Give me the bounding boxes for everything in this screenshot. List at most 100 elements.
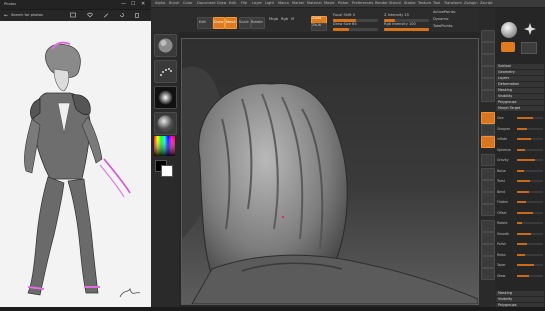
menu-zscript[interactable]: Zscript — [480, 1, 492, 6]
scroll-button[interactable] — [481, 54, 495, 66]
stroke-thumbnail[interactable] — [154, 60, 177, 83]
maximize-button[interactable]: ☐ — [131, 2, 135, 7]
xpose-button[interactable] — [481, 268, 495, 280]
solo-button[interactable] — [481, 256, 495, 268]
panel-slider-twist[interactable]: Twist — [497, 179, 543, 183]
menu-stroke[interactable]: Stroke — [404, 1, 415, 6]
bottom-visibility-section[interactable]: Visibility — [496, 297, 544, 302]
menu-edit[interactable]: Edit — [229, 1, 236, 6]
rgb-label[interactable]: Rgb — [281, 17, 288, 22]
panel-slider-smooth[interactable]: Smooth — [497, 232, 543, 236]
menu-macro[interactable]: Macro — [278, 1, 289, 6]
panel-slider-track[interactable] — [517, 169, 543, 172]
visibility-section[interactable]: Visibility — [496, 94, 544, 99]
panel-slider-track[interactable] — [517, 127, 543, 130]
panel-slider-track[interactable] — [517, 159, 543, 161]
panel-slider-spherize[interactable]: Spherize — [497, 148, 543, 152]
panel-slider-track[interactable] — [517, 222, 543, 224]
menu-draw[interactable]: Draw — [217, 1, 226, 6]
menu-file[interactable]: File — [241, 1, 247, 6]
zoom-button[interactable] — [481, 66, 495, 78]
document-canvas[interactable] — [181, 38, 479, 305]
menu-texture[interactable]: Texture — [418, 1, 431, 6]
secondary-color-swatch[interactable] — [161, 165, 173, 177]
menu-color[interactable]: Color — [183, 1, 192, 6]
mrgb-label[interactable]: Mrgb — [269, 17, 278, 22]
close-button[interactable]: ✕ — [141, 2, 145, 7]
color-picker[interactable] — [154, 136, 175, 156]
minimize-button[interactable]: — — [121, 2, 126, 7]
menu-light[interactable]: Light — [265, 1, 274, 6]
m-label[interactable]: M — [291, 17, 294, 22]
geometry-section[interactable]: Geometry — [496, 70, 544, 75]
ghost-button[interactable] — [481, 244, 495, 256]
star-tool-icon[interactable] — [523, 22, 537, 36]
menu-alpha[interactable]: Alpha — [155, 1, 165, 6]
menu-stencil[interactable]: Stencil — [389, 1, 401, 6]
menu-document[interactable]: Document — [197, 1, 216, 6]
panel-slider-polish[interactable]: Polish — [497, 242, 543, 246]
panel-slider-track[interactable] — [517, 211, 543, 214]
frame-button[interactable] — [481, 168, 495, 180]
panel-slider-gravity[interactable]: Gravity — [497, 158, 543, 162]
panel-slider-track[interactable] — [517, 253, 543, 256]
panel-slider-track[interactable] — [517, 138, 543, 140]
panel-slider-track[interactable] — [517, 180, 543, 182]
move-view-button[interactable] — [481, 180, 495, 192]
panel-slider-size[interactable]: Size — [497, 116, 543, 120]
tool-sphere-thumbnail[interactable] — [501, 22, 517, 38]
menu-material[interactable]: Material — [307, 1, 322, 6]
rotate-icon[interactable] — [119, 12, 125, 18]
polyf-button[interactable] — [481, 220, 495, 232]
panel-slider-track[interactable] — [517, 274, 543, 277]
delete-icon[interactable] — [134, 12, 140, 18]
menu-render[interactable]: Render — [375, 1, 388, 6]
alpha-thumbnail[interactable] — [154, 86, 177, 109]
rgb-intensity-slider[interactable] — [384, 28, 429, 31]
scale-view-button[interactable] — [481, 192, 495, 204]
panel-slider-taper[interactable]: Taper — [497, 263, 543, 267]
panel-slider-noise[interactable]: Noise — [497, 169, 543, 173]
actual-button[interactable] — [481, 78, 495, 90]
dynamic-label[interactable]: Dynamic — [433, 17, 449, 22]
deformation-section[interactable]: Deformation — [496, 82, 544, 87]
persp-button[interactable] — [481, 112, 495, 124]
brush-thumbnail[interactable] — [154, 34, 177, 57]
panel-slider-skew[interactable]: Skew — [497, 274, 543, 278]
local-button[interactable] — [481, 136, 495, 148]
aahalf-button[interactable] — [481, 90, 495, 102]
panel-slider-track[interactable] — [517, 190, 543, 193]
back-arrow-icon[interactable]: ← — [4, 13, 8, 19]
spix-button[interactable] — [481, 42, 495, 54]
panel-slider-flatten[interactable]: Flatten — [497, 200, 543, 204]
menu-movie[interactable]: Movie — [324, 1, 335, 6]
draw-size-slider[interactable] — [333, 28, 378, 31]
transp-button[interactable] — [481, 232, 495, 244]
panel-slider-rotate[interactable]: Rotate — [497, 221, 543, 225]
subtool-section[interactable]: Subtool — [496, 64, 544, 69]
layers-section[interactable]: Layers — [496, 76, 544, 81]
bottom-masking-section[interactable]: Masking — [496, 291, 544, 296]
panel-slider-track[interactable] — [517, 264, 543, 266]
morph-target-section[interactable]: Morph Target — [496, 106, 544, 111]
menu-tool[interactable]: Tool — [433, 1, 440, 6]
panel-slider-sharpen[interactable]: Sharpen — [497, 127, 543, 131]
zbrush-viewport[interactable] — [179, 32, 479, 307]
panel-slider-track[interactable] — [517, 117, 543, 119]
panel-slider-relax[interactable]: Relax — [497, 253, 543, 257]
bpr-button[interactable] — [481, 30, 495, 42]
polygroups-section[interactable]: Polygroups — [496, 100, 544, 105]
menu-picker[interactable]: Picker — [338, 1, 349, 6]
panel-slider-track[interactable] — [517, 148, 543, 151]
image-icon[interactable] — [70, 12, 76, 18]
rotate-view-button[interactable] — [481, 204, 495, 216]
menu-zplugin[interactable]: Zplugin — [464, 1, 478, 6]
material-thumbnail[interactable] — [154, 112, 177, 135]
polymesh-tool-icon[interactable] — [501, 42, 515, 52]
menu-brush[interactable]: Brush — [169, 1, 179, 6]
menu-layer[interactable]: Layer — [252, 1, 262, 6]
panel-slider-bend[interactable]: Bend — [497, 190, 543, 194]
xyz-button[interactable] — [481, 154, 495, 166]
simple-brush-tool-icon[interactable] — [521, 42, 537, 54]
masking-section[interactable]: Masking — [496, 88, 544, 93]
